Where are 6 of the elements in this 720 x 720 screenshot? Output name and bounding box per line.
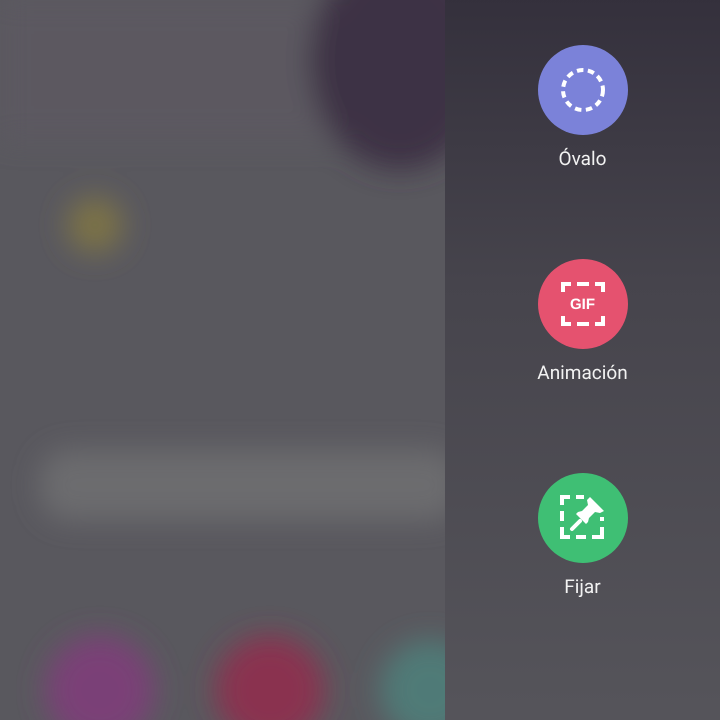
- gif-button[interactable]: GIF: [538, 259, 628, 349]
- pin-selection-icon: [560, 495, 606, 541]
- action-label: Animación: [537, 361, 628, 385]
- dashed-circle-icon: [560, 67, 606, 113]
- action-label: Fijar: [564, 575, 601, 599]
- action-label: Óvalo: [558, 147, 606, 171]
